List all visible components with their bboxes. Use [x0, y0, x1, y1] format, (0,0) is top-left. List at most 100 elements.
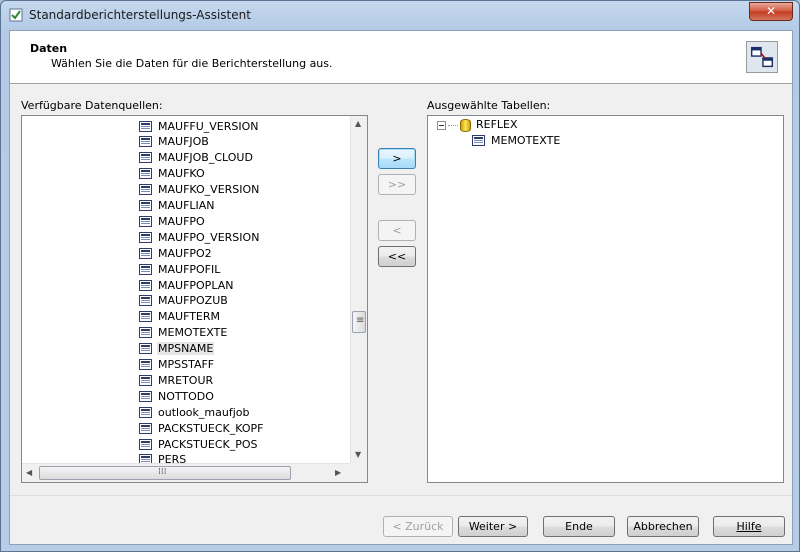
- table-icon: [139, 279, 152, 291]
- vertical-scroll-thumb[interactable]: [352, 311, 366, 333]
- table-icon: [139, 311, 152, 323]
- table-icon: [139, 247, 152, 259]
- list-item-label: MPSNAME: [157, 342, 215, 356]
- list-item[interactable]: MAUFJOB: [139, 134, 210, 150]
- tree-item-memotexte[interactable]: MEMOTEXTE: [472, 132, 561, 148]
- window-title: Standardberichterstellungs-Assistent: [29, 8, 251, 22]
- list-item-label: outlook_maufjob: [158, 405, 250, 419]
- list-item[interactable]: MPSSTAFF: [139, 357, 215, 373]
- selected-tables-label: Ausgewählte Tabellen:: [427, 99, 551, 112]
- list-item[interactable]: MEMOTEXTE: [139, 325, 228, 341]
- list-item-label: MAUFPOPLAN: [158, 278, 234, 292]
- remove-all-button[interactable]: <<: [378, 246, 416, 267]
- list-item-label: MAUFLIAN: [158, 199, 215, 212]
- tree-item-label: MEMOTEXTE: [491, 133, 561, 147]
- list-item[interactable]: NOTTODO: [139, 388, 215, 404]
- dialog-client: Daten Wählen Sie die Daten für die Beric…: [9, 30, 793, 545]
- list-item[interactable]: MAUFKO_VERSION: [139, 182, 260, 198]
- finish-button[interactable]: Ende: [543, 516, 615, 537]
- list-item[interactable]: MAUFKO: [139, 166, 206, 182]
- wizard-footer: < Zurück Weiter > Ende Abbrechen Hilfe: [10, 495, 792, 544]
- list-item-label: PACKSTUECK_KOPF: [158, 421, 264, 435]
- list-item-label: MRETOUR: [158, 373, 214, 387]
- list-item[interactable]: MAUFJOB_CLOUD: [139, 150, 254, 166]
- list-item[interactable]: PACKSTUECK_POS: [139, 436, 259, 452]
- add-button[interactable]: >: [378, 148, 416, 169]
- help-button[interactable]: Hilfe: [713, 516, 785, 537]
- list-item[interactable]: MAUFFU_VERSION: [139, 118, 260, 134]
- tree-root-reflex[interactable]: REFLEX: [476, 118, 518, 131]
- next-button[interactable]: Weiter >: [458, 516, 528, 537]
- list-item-label: MAUFPO_VERSION: [158, 230, 260, 244]
- list-item-label: MAUFPOZUB: [158, 294, 228, 308]
- list-item-label: MAUFPOFIL: [158, 262, 221, 276]
- list-item-label: MAUFJOB: [158, 135, 209, 149]
- table-icon: [139, 120, 152, 132]
- close-button[interactable]: ✕: [749, 2, 793, 21]
- title-bar[interactable]: Standardberichterstellungs-Assistent ✕: [1, 1, 799, 29]
- table-icon: [139, 152, 152, 164]
- horizontal-scroll-thumb[interactable]: [39, 466, 291, 480]
- list-item[interactable]: MRETOUR: [139, 372, 214, 388]
- remove-button[interactable]: <: [378, 220, 416, 241]
- table-icon: [139, 454, 152, 463]
- list-item[interactable]: MAUFPOPLAN: [139, 277, 234, 293]
- list-item[interactable]: MAUFPO_VERSION: [139, 229, 260, 245]
- table-icon: [139, 390, 152, 402]
- table-icon: [139, 231, 152, 243]
- list-item-label: MAUFPO2: [158, 246, 212, 260]
- scroll-down-icon[interactable]: ▼: [355, 450, 361, 459]
- tree-connector: [448, 125, 458, 126]
- list-item-label: MEMOTEXTE: [158, 326, 228, 340]
- selected-tables-tree[interactable]: REFLEX MEMOTEXTE: [427, 115, 784, 483]
- cancel-button[interactable]: Abbrechen: [627, 516, 699, 537]
- table-icon: [139, 438, 152, 450]
- table-icon: [139, 343, 152, 355]
- list-item[interactable]: MAUFTERM: [139, 309, 221, 325]
- list-item[interactable]: MAUFPOZUB: [139, 293, 229, 309]
- list-item[interactable]: PACKSTUECK_KOPF: [139, 420, 264, 436]
- list-item[interactable]: MAUFPO2: [139, 245, 213, 261]
- list-item[interactable]: PERS: [139, 452, 187, 463]
- collapse-icon[interactable]: [437, 121, 446, 130]
- horizontal-scrollbar[interactable]: ◀ ▶: [22, 463, 350, 482]
- list-item-label: MAUFPO: [158, 214, 205, 228]
- scroll-right-icon[interactable]: ▶: [335, 468, 341, 477]
- table-icon: [139, 168, 152, 180]
- close-icon: ✕: [765, 4, 777, 18]
- page-title: Daten: [30, 42, 68, 55]
- table-icon: [139, 215, 152, 227]
- list-item[interactable]: MPSNAME: [139, 341, 215, 357]
- wizard-window: Standardberichterstellungs-Assistent ✕ D…: [0, 0, 800, 552]
- table-icon: [139, 406, 152, 418]
- list-item-label: MPSSTAFF: [158, 358, 215, 371]
- list-item[interactable]: MAUFPOFIL: [139, 261, 221, 277]
- table-icon: [139, 374, 152, 386]
- scroll-up-icon[interactable]: ▲: [355, 119, 361, 128]
- list-item-label: MAUFTERM: [158, 310, 221, 324]
- list-item-label: NOTTODO: [158, 389, 214, 403]
- add-all-button[interactable]: >>: [378, 174, 416, 195]
- list-item[interactable]: MAUFLIAN: [139, 198, 216, 214]
- list-item[interactable]: MAUFPO: [139, 213, 206, 229]
- list-item-label: PERS: [158, 453, 187, 463]
- table-icon: [139, 327, 152, 339]
- table-icon: [139, 263, 152, 275]
- database-icon: [460, 119, 471, 132]
- page-subtitle: Wählen Sie die Daten für die Berichterst…: [51, 57, 333, 70]
- table-icon: [139, 295, 152, 307]
- table-link-icon: [746, 41, 778, 73]
- available-sources-list[interactable]: MAUFFU_VERSION MAUFJOB MAUFJOB_CLOUD MAUFKO…: [21, 115, 368, 483]
- scroll-left-icon[interactable]: ◀: [26, 468, 32, 477]
- list-item-label: MAUFJOB_CLOUD: [158, 151, 253, 165]
- table-icon: [472, 134, 485, 146]
- page-header: Daten Wählen Sie die Daten für die Beric…: [10, 31, 792, 84]
- table-icon: [139, 200, 152, 211]
- available-sources-items: MAUFFU_VERSION MAUFJOB MAUFJOB_CLOUD MAUFKO…: [22, 116, 350, 463]
- help-label: Hilfe: [736, 520, 762, 533]
- list-item[interactable]: outlook_maufjob: [139, 404, 250, 420]
- available-sources-label: Verfügbare Datenquellen:: [21, 99, 163, 112]
- list-item-label: PACKSTUECK_POS: [158, 437, 258, 451]
- vertical-scrollbar[interactable]: ▲ ▼: [350, 116, 367, 463]
- back-button[interactable]: < Zurück: [383, 516, 453, 537]
